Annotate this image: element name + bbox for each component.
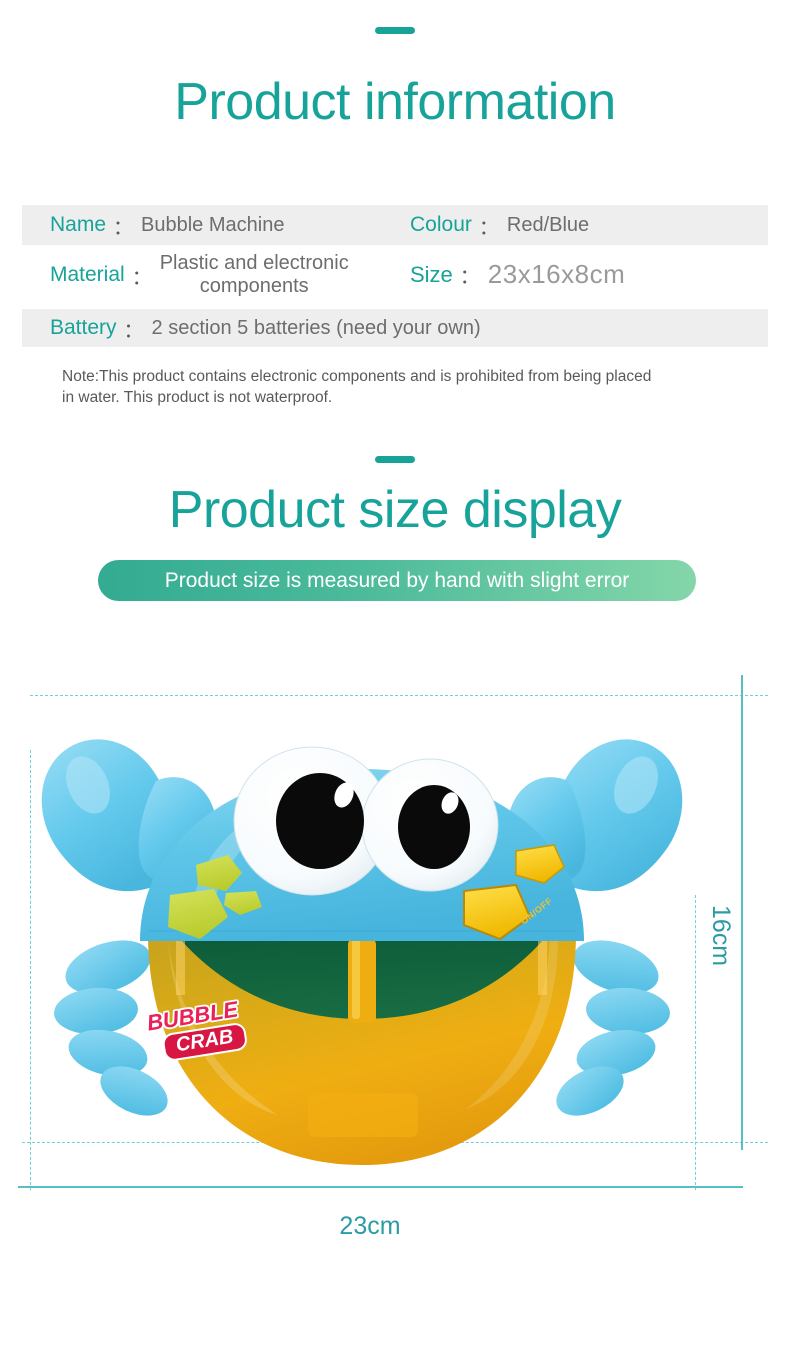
spec-label-size: Size	[410, 261, 453, 287]
table-row: Battery ： 2 section 5 batteries (need yo…	[22, 309, 768, 347]
spec-cell-name: Name ： Bubble Machine	[50, 211, 410, 240]
spec-colon: ：	[131, 266, 152, 289]
page-title-product-information: Product information	[174, 73, 616, 131]
dimension-label-height: 16cm	[707, 905, 735, 967]
spec-label-battery: Battery	[50, 316, 117, 339]
product-size-diagram: 16cm 23cm BUBBLE CRAB ON/OFF	[0, 640, 790, 1260]
spec-value-battery: 2 section 5 batteries (need your own)	[151, 316, 481, 339]
spec-cell-battery: Battery ： 2 section 5 batteries (need yo…	[50, 314, 481, 343]
size-disclaimer-banner: Product size is measured by hand with sl…	[98, 560, 696, 601]
page-title-product-size-display: Product size display	[168, 481, 622, 539]
spec-value-size: 23x16x8cm	[487, 259, 626, 290]
section-dash-product-information	[375, 27, 415, 34]
dimension-line-vertical	[741, 675, 743, 1150]
spec-value-material: Plastic and electronic components	[159, 252, 349, 297]
crab-eyes	[233, 746, 499, 896]
spec-cell-size: Size ： 23x16x8cm	[410, 259, 626, 290]
crab-belly-bowl	[148, 933, 576, 1165]
spec-colon: ：	[478, 216, 499, 239]
spec-value-name: Bubble Machine	[141, 213, 285, 236]
spec-label-name: Name	[50, 213, 107, 236]
spec-colon: ：	[123, 319, 144, 342]
table-row: Name ： Bubble Machine Colour ： Red/Blue	[22, 205, 768, 245]
product-image-bubble-crab: BUBBLE CRAB ON/OFF	[30, 695, 695, 1185]
spec-cell-colour: Colour ： Red/Blue	[410, 211, 589, 240]
dimension-line-horizontal	[18, 1186, 743, 1188]
spec-label-material: Material	[50, 263, 125, 286]
spec-colon: ：	[459, 266, 480, 289]
product-note: Note:This product contains electronic co…	[62, 368, 652, 406]
table-row: Material ： Plastic and electronic compon…	[22, 245, 768, 305]
spec-value-colour: Red/Blue	[506, 213, 590, 236]
dimension-label-width: 23cm	[339, 1212, 401, 1240]
section-dash-product-size-display	[375, 456, 415, 463]
spec-cell-material: Material ： Plastic and electronic compon…	[50, 252, 410, 298]
spec-label-colour: Colour	[410, 213, 472, 236]
guide-line-right	[695, 895, 696, 1190]
product-spec-table: Name ： Bubble Machine Colour ： Red/Blue …	[22, 205, 768, 347]
spec-colon: ：	[113, 216, 134, 239]
